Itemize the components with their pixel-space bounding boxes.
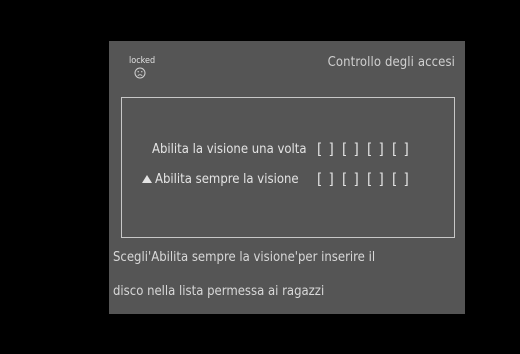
options-box: Abilita la visione una volta [ ][ ][ ][ …	[121, 97, 455, 238]
password-slot[interactable]: [ ]	[367, 140, 392, 158]
option-play-once[interactable]: Abilita la visione una volta	[152, 142, 307, 157]
password-slots-play-once[interactable]: [ ][ ][ ][ ]	[317, 140, 417, 158]
option-label: Abilita sempre la visione	[155, 172, 299, 187]
password-slots-play-always[interactable]: [ ][ ][ ][ ]	[317, 170, 417, 188]
password-slot[interactable]: [ ]	[317, 140, 342, 158]
lock-status: locked	[129, 56, 169, 79]
option-play-always[interactable]: Abilita sempre la visione	[142, 172, 299, 187]
password-slot[interactable]: [ ]	[392, 140, 417, 158]
hint-text-line-1: Scegli'Abilita sempre la visione'per ins…	[113, 250, 376, 265]
sad-face-icon	[134, 67, 146, 79]
option-label: Abilita la visione una volta	[152, 142, 307, 157]
password-slot[interactable]: [ ]	[317, 170, 342, 188]
screen-title: Controllo degli accesi	[327, 55, 455, 70]
parental-control-panel: locked Controllo degli accesi Abilita la…	[109, 41, 465, 314]
hint-text-line-2: disco nella lista permessa ai ragazzi	[113, 284, 325, 299]
lock-status-label: locked	[129, 56, 156, 66]
selection-arrow-icon	[142, 175, 152, 183]
password-slot[interactable]: [ ]	[392, 170, 417, 188]
password-slot[interactable]: [ ]	[367, 170, 392, 188]
password-slot[interactable]: [ ]	[342, 140, 367, 158]
password-slot[interactable]: [ ]	[342, 170, 367, 188]
